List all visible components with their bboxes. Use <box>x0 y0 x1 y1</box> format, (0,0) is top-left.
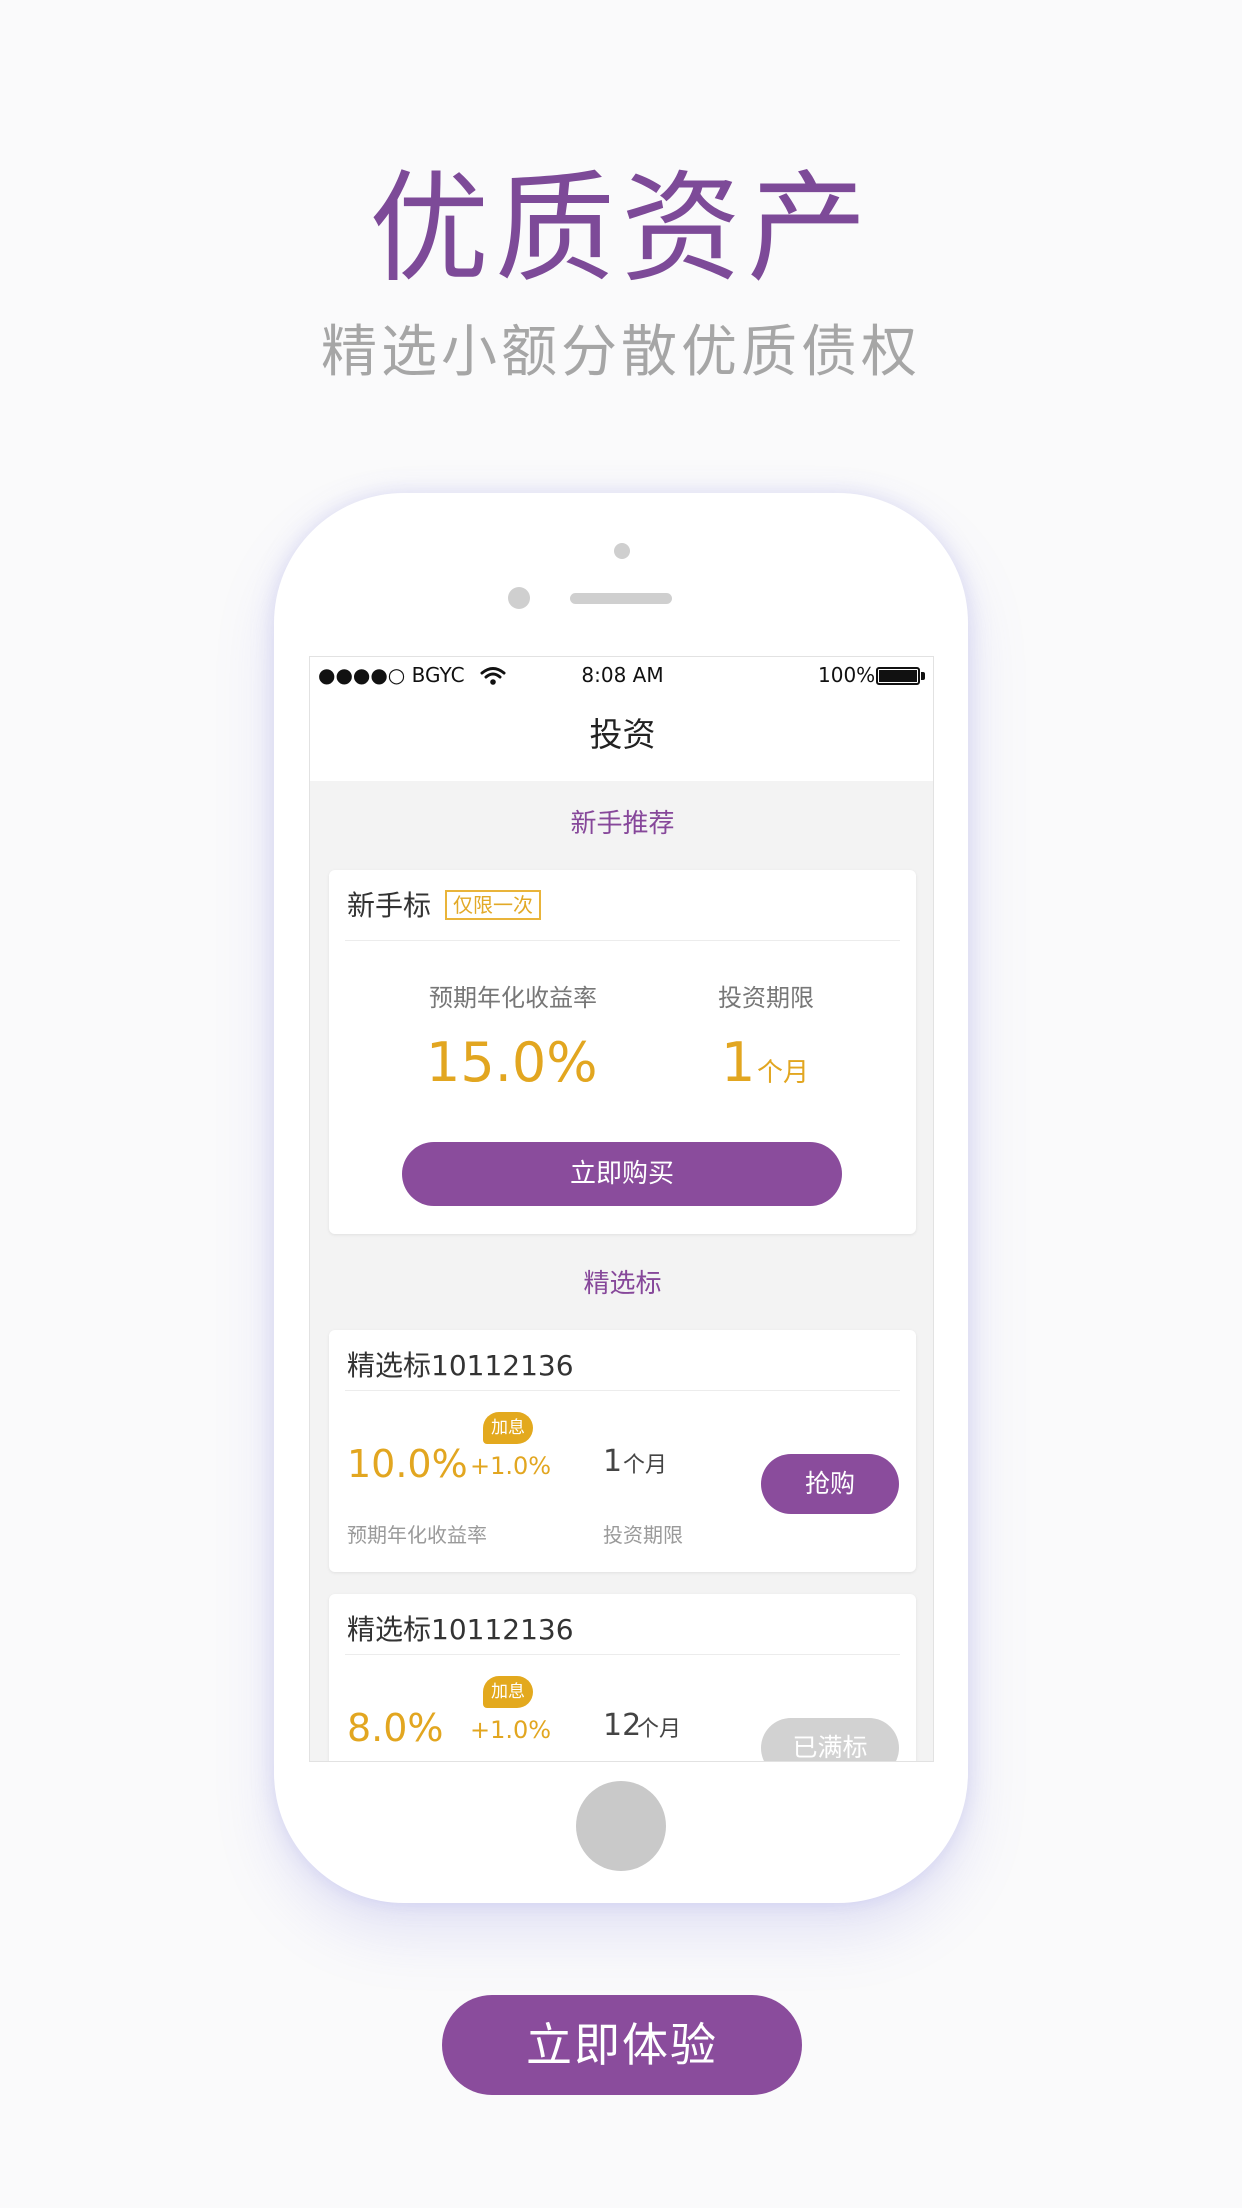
newbie-period-unit: 个月 <box>757 1058 810 1088</box>
status-bar: ●●●●○ BGYC 8:08 AM 100% <box>310 657 933 693</box>
product-title: 精选标10112136 <box>347 1349 574 1382</box>
battery-icon <box>876 667 920 685</box>
period-label: 投资期限 <box>718 984 814 1012</box>
grab-button[interactable]: 抢购 <box>761 1454 899 1514</box>
product-period-value: 1 <box>603 1444 623 1479</box>
product-card[interactable]: 精选标10112136 加息 8.0% +1.0% 12 个月 已满标 <box>329 1594 916 1761</box>
product-period-label: 投资期限 <box>603 1523 683 1547</box>
earpiece-speaker <box>570 593 672 604</box>
bonus-tag: 加息 <box>483 1676 533 1708</box>
newbie-card[interactable]: 新手标 仅限一次 预期年化收益率 投资期限 15.0% 1 个月 立即购买 <box>329 870 916 1234</box>
bonus-rate: +1.0% <box>470 1452 552 1480</box>
newbie-card-title: 新手标 <box>347 889 432 922</box>
bonus-rate: +1.0% <box>470 1716 552 1744</box>
newbie-period-value: 1 <box>721 1031 756 1094</box>
front-camera <box>614 543 630 559</box>
home-button[interactable] <box>576 1781 666 1871</box>
product-rate: 10.0% <box>347 1442 468 1486</box>
buy-now-button[interactable]: 立即购买 <box>402 1142 842 1206</box>
selected-section-title: 精选标 <box>583 1269 662 1299</box>
hero-title: 优质资产 <box>369 160 873 299</box>
product-period-value: 12 <box>603 1708 642 1743</box>
battery-percent: 100% <box>818 663 876 687</box>
proximity-sensor <box>508 587 530 609</box>
bonus-tag: 加息 <box>483 1412 533 1444</box>
newbie-section-title: 新手推荐 <box>570 809 675 839</box>
card-divider <box>345 1654 900 1655</box>
card-divider <box>345 940 900 941</box>
once-only-tag: 仅限一次 <box>445 890 541 920</box>
product-period-unit: 个月 <box>637 1717 682 1742</box>
product-rate: 8.0% <box>347 1706 444 1750</box>
product-period-unit: 个月 <box>623 1453 668 1478</box>
phone-screen: ●●●●○ BGYC 8:08 AM 100% 投资 新手推荐 新手标 仅限一次… <box>309 656 934 1762</box>
rate-label: 预期年化收益率 <box>429 984 597 1012</box>
product-rate-label: 预期年化收益率 <box>347 1523 487 1547</box>
hero-subtitle: 精选小额分散优质债权 <box>321 320 921 385</box>
product-card[interactable]: 精选标10112136 加息 10.0% +1.0% 1 个月 抢购 预期年化收… <box>329 1330 916 1572</box>
card-divider <box>345 1390 900 1391</box>
battery-tip <box>921 672 925 680</box>
sold-out-button: 已满标 <box>761 1718 899 1761</box>
try-now-button[interactable]: 立即体验 <box>442 1995 802 2095</box>
page-title: 投资 <box>589 715 656 754</box>
product-title: 精选标10112136 <box>347 1613 574 1646</box>
newbie-rate: 15.0% <box>426 1031 598 1094</box>
nav-bar: 投资 <box>310 693 933 781</box>
